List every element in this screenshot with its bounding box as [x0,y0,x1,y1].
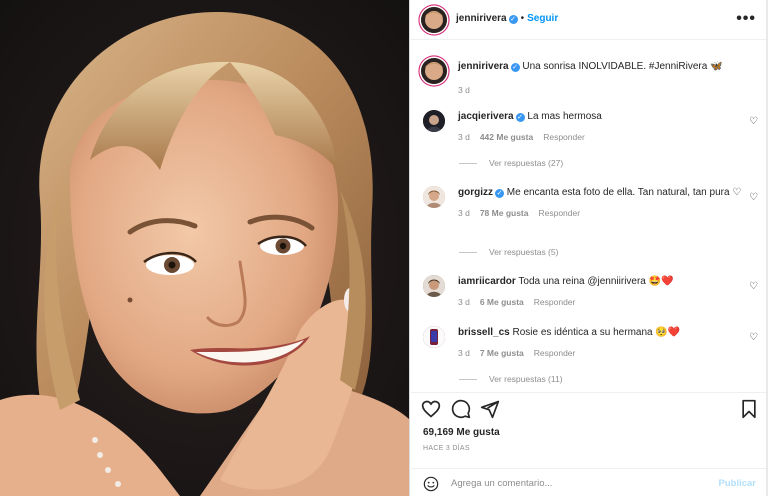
share-icon[interactable] [480,399,500,419]
author-username[interactable]: jennirivera [456,13,507,24]
comment-username[interactable]: brissell_cs [458,327,510,338]
comment-body: iamriicardor Toda una reina @jenniiriver… [458,275,743,307]
publish-button[interactable]: Publicar [719,478,757,489]
view-replies-label: Ver respuestas (11) [489,374,563,384]
smiley-icon[interactable] [423,476,439,492]
replies-line [459,162,477,164]
comment-meta: 3 d 78 Me gusta Responder [458,208,743,218]
comment-meta: 3 d 442 Me gusta Responder [458,132,743,142]
comment-likes[interactable]: 78 Me gusta [480,208,529,218]
like-comment-heart-icon[interactable]: ♡ [749,281,758,292]
comment-time: 3 d [458,348,470,358]
verified-icon: ✓ [510,63,520,72]
comment-text: Toda una reina @jenniirivera 🤩❤️ [518,276,674,287]
caption-body: jennirivera ✓ Una sonrisa INOLVIDABLE. #J… [458,60,748,95]
comment-text: Rosie es idéntica a su hermana 🥺❤️ [512,327,681,338]
comment-line: gorgizz ✓ Me encanta esta foto de ella. T… [458,186,743,199]
comment-text: La mas hermosa [527,111,602,122]
caption-avatar[interactable] [421,58,447,84]
comment-line: jacqierivera ✓ La mas hermosa [458,110,743,123]
author-avatar[interactable] [421,7,447,33]
verified-icon: ✓ [495,189,504,198]
comment-username[interactable]: gorgizz [458,187,493,198]
add-comment-bar: Publicar [411,468,768,496]
replies-line [459,251,477,253]
commenter-avatar[interactable] [423,275,445,297]
separator-dot: • [520,13,525,24]
comment-likes[interactable]: 442 Me gusta [480,132,533,142]
commenter-avatar[interactable] [423,326,445,348]
post-header: jennirivera ✓ • Seguir ••• [411,0,768,40]
post-details-panel: jennirivera ✓ • Seguir ••• jennirivera ✓ Una… [411,0,768,496]
comment-text: Me encanta esta foto de ella. Tan natura… [506,187,742,198]
header-user-row: jennirivera ✓ • Seguir [456,13,558,24]
post-actions: 69,169 Me gusta HACE 3 DÍAS [411,392,768,462]
post-photo[interactable] [0,0,410,496]
comment-body: brissell_cs Rosie es idéntica a su herma… [458,326,743,358]
reply-button[interactable]: Responder [538,208,580,218]
replies-line [459,378,477,380]
caption-username[interactable]: jennirivera [458,61,509,72]
verified-icon: ✓ [508,15,518,24]
comment-time: 3 d [458,132,470,142]
comment-time: 3 d [458,208,470,218]
follow-button[interactable]: Seguir [527,13,558,24]
view-replies-label: Ver respuestas (27) [489,158,564,168]
post-date: HACE 3 DÍAS [423,445,470,452]
reply-button[interactable]: Responder [534,348,576,358]
commenter-avatar[interactable] [423,186,445,208]
comment-body: jacqierivera ✓ La mas hermosa 3 d 442 Me g… [458,110,743,142]
comment-meta: 3 d 7 Me gusta Responder [458,348,743,358]
view-replies-label: Ver respuestas (5) [489,247,559,257]
comment-username[interactable]: iamriicardor [458,276,516,287]
comment-time: 3 d [458,297,470,307]
commenter-avatar[interactable] [423,110,445,132]
comment-likes[interactable]: 7 Me gusta [480,348,524,358]
caption-line: jennirivera ✓ Una sonrisa INOLVIDABLE. #J… [458,60,748,73]
likes-count[interactable]: 69,169 Me gusta [423,427,500,438]
comment-line: brissell_cs Rosie es idéntica a su herma… [458,326,743,339]
like-comment-heart-icon[interactable]: ♡ [749,116,758,127]
comment-meta: 3 d 6 Me gusta Responder [458,297,743,307]
heart-icon[interactable] [421,399,441,419]
comment-likes[interactable]: 6 Me gusta [480,297,524,307]
caption-text: Una sonrisa INOLVIDABLE. #JenniRivera 🦋 [522,61,723,72]
bookmark-icon[interactable] [739,399,759,419]
portrait-image [0,0,409,496]
comment-icon[interactable] [451,399,471,419]
like-comment-heart-icon[interactable]: ♡ [749,332,758,343]
caption-time: 3 d [458,85,470,95]
more-options-icon[interactable]: ••• [736,10,756,28]
like-comment-heart-icon[interactable]: ♡ [749,192,758,203]
verified-icon: ✓ [515,113,525,122]
view-replies-button[interactable]: Ver respuestas (5) [459,247,558,257]
comment-username[interactable]: jacqierivera [458,111,514,122]
view-replies-button[interactable]: Ver respuestas (11) [459,374,563,384]
reply-button[interactable]: Responder [543,132,585,142]
comment-body: gorgizz ✓ Me encanta esta foto de ella. T… [458,186,743,218]
comment-input[interactable] [451,475,711,491]
reply-button[interactable]: Responder [534,297,576,307]
comment-line: iamriicardor Toda una reina @jenniiriver… [458,275,743,288]
view-replies-button[interactable]: Ver respuestas (27) [459,158,563,168]
